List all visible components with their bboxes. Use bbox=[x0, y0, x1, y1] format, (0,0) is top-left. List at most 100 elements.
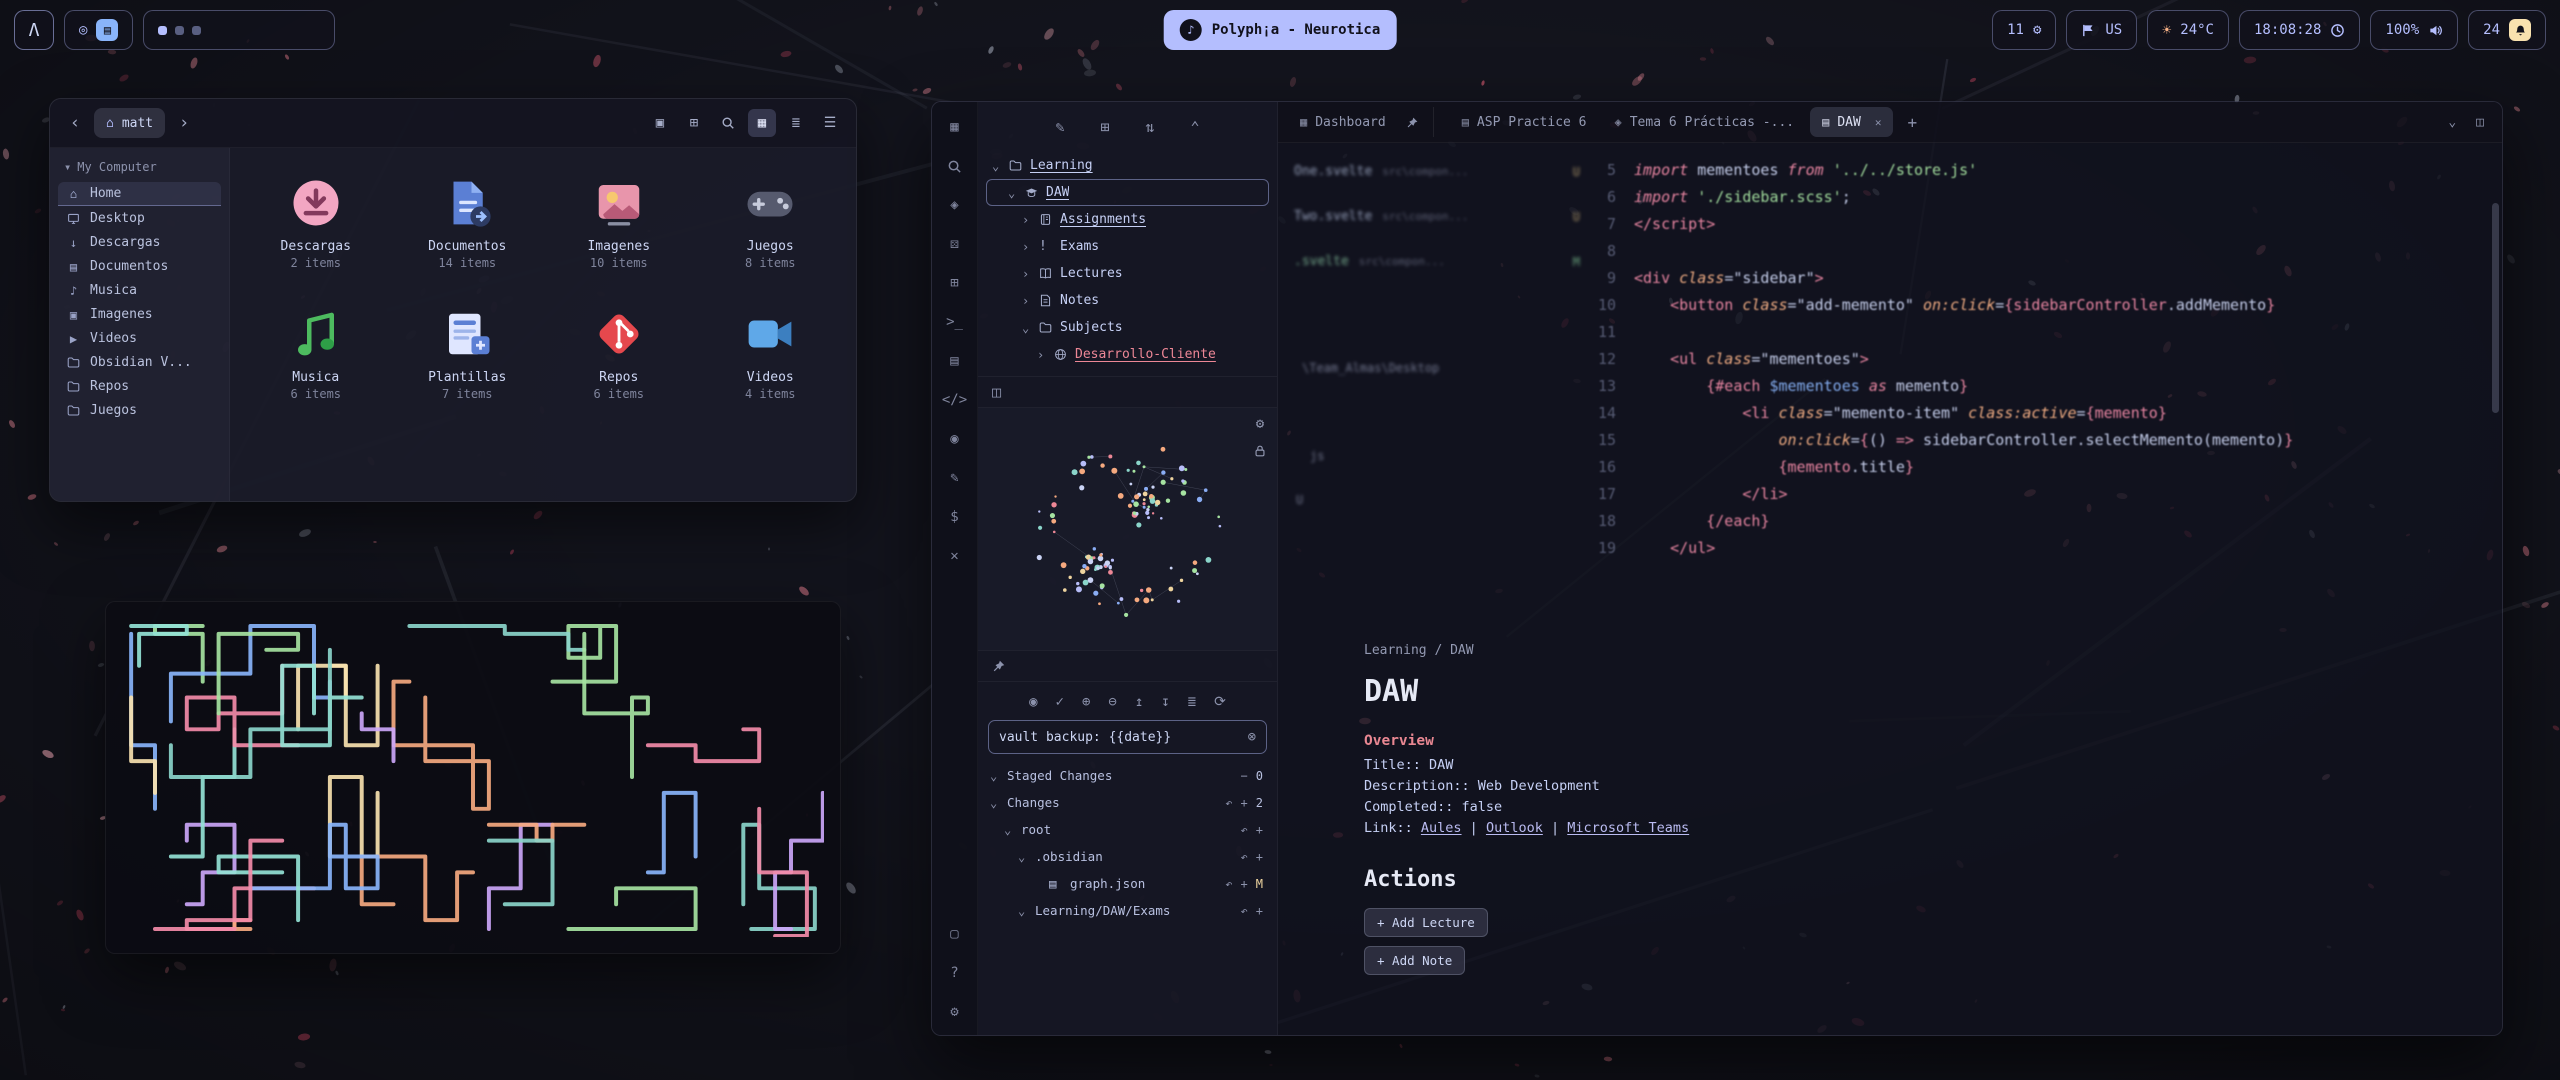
git-item-graph-json[interactable]: ▤graph.json↶+M bbox=[988, 870, 1267, 897]
ribbon-gear-icon[interactable]: ⚙ bbox=[944, 1001, 966, 1023]
tab-tema-6-pr-cticas[interactable]: ◈Tema 6 Prácticas -... bbox=[1603, 107, 1807, 137]
updates-module[interactable]: 11 ⚙ bbox=[1992, 10, 2056, 50]
commit-message-value[interactable]: vault backup: {{date}} bbox=[999, 730, 1171, 745]
undo-icon[interactable]: ↶ bbox=[1241, 850, 1248, 864]
git-pull-icon[interactable]: ↧ bbox=[1161, 694, 1169, 710]
git-check-icon[interactable]: ✓ bbox=[1056, 694, 1064, 710]
git-commit-icon[interactable]: ◉ bbox=[1029, 694, 1037, 710]
explorer-pencil-icon[interactable]: ✎ bbox=[1055, 118, 1064, 136]
commit-message-field[interactable]: vault backup: {{date}} ⊗ bbox=[988, 720, 1267, 754]
tree-item-assignments[interactable]: ›Assignments bbox=[986, 206, 1269, 233]
weather-module[interactable]: ☀ 24°C bbox=[2147, 10, 2229, 50]
git-item-obsidian[interactable]: ⌄.obsidian↶+ bbox=[988, 843, 1267, 870]
sidebar-item-repos[interactable]: Repos bbox=[58, 375, 221, 398]
sidebar-item-documentos[interactable]: ▤Documentos bbox=[58, 255, 221, 278]
undo-icon[interactable]: ↶ bbox=[1225, 796, 1232, 810]
tab-daw[interactable]: ▤DAW✕ bbox=[1810, 107, 1893, 137]
git-refresh-icon[interactable]: ⟳ bbox=[1214, 694, 1226, 710]
sidebar-item-videos[interactable]: ▶Videos bbox=[58, 327, 221, 350]
ribbon-camera-icon[interactable]: ◉ bbox=[944, 428, 966, 450]
git-stage-icon[interactable]: ⊕ bbox=[1082, 694, 1090, 710]
notifications-module[interactable]: 24 bbox=[2468, 10, 2546, 50]
folder-juegos[interactable]: Juegos8 items bbox=[695, 176, 847, 271]
minus-icon[interactable]: − bbox=[1241, 769, 1248, 783]
tab-dashboard[interactable]: ▦ Dashboard bbox=[1288, 107, 1398, 137]
sidebar-item-juegos[interactable]: Juegos bbox=[58, 399, 221, 422]
view-list-button[interactable]: ≣ bbox=[782, 109, 810, 137]
ribbon-code-icon[interactable]: </> bbox=[944, 389, 966, 411]
new-tab-button[interactable]: + bbox=[1897, 113, 1927, 132]
tree-item-subjects[interactable]: ⌄Subjects bbox=[986, 314, 1269, 341]
tree-item-daw[interactable]: ⌄DAW bbox=[986, 179, 1269, 206]
sidebar-item-imagenes[interactable]: ▣Imagenes bbox=[58, 303, 221, 326]
tab-asp-practice-6[interactable]: ▤ASP Practice 6 bbox=[1450, 107, 1599, 137]
git-unstage-icon[interactable]: ⊖ bbox=[1108, 694, 1116, 710]
view-grid-button[interactable]: ▦ bbox=[748, 109, 776, 137]
split-editor-icon[interactable]: ◫ bbox=[2468, 115, 2492, 130]
power-icon[interactable]: ◎ bbox=[79, 22, 87, 38]
plus-icon[interactable]: + bbox=[1256, 904, 1263, 918]
plus-icon[interactable]: + bbox=[1256, 850, 1263, 864]
tab-list-icon[interactable]: ⌄ bbox=[2440, 115, 2464, 130]
search-button[interactable] bbox=[714, 109, 742, 137]
sidebar-section-title[interactable]: ▾ My Computer bbox=[58, 158, 221, 182]
pin-icon[interactable] bbox=[1402, 116, 1423, 129]
ribbon-terminal-icon[interactable]: >_ bbox=[944, 311, 966, 333]
button-add-lecture[interactable]: + Add Lecture bbox=[1364, 908, 1488, 937]
tree-item-notes[interactable]: ›Notes bbox=[986, 287, 1269, 314]
scrollbar[interactable] bbox=[2492, 203, 2499, 413]
stacked-tabs-icon[interactable]: ◫ bbox=[992, 383, 1001, 401]
sidebar-item-obsidian-v[interactable]: Obsidian V... bbox=[58, 351, 221, 374]
workspaces-pill[interactable] bbox=[143, 10, 335, 50]
ribbon-pencil-icon[interactable]: ✎ bbox=[944, 467, 966, 489]
local-graph-pane[interactable]: ⚙ bbox=[978, 408, 1277, 650]
git-list-icon[interactable]: ≣ bbox=[1188, 694, 1196, 710]
graph-lock-icon[interactable] bbox=[1253, 444, 1267, 458]
bell-icon[interactable] bbox=[2509, 19, 2531, 41]
sidebar-item-desktop[interactable]: Desktop bbox=[58, 207, 221, 230]
breadcrumb[interactable]: ⌂ matt bbox=[94, 108, 165, 138]
launcher-button[interactable]: Λ bbox=[14, 10, 54, 50]
link-aules[interactable]: Aules bbox=[1421, 820, 1462, 836]
tree-item-desarrollo-cliente[interactable]: ›Desarrollo-Cliente bbox=[986, 341, 1269, 368]
menu-button[interactable]: ☰ bbox=[816, 109, 844, 137]
plus-icon[interactable]: + bbox=[1241, 877, 1248, 891]
new-tab-button[interactable]: ▣ bbox=[646, 109, 674, 137]
back-button[interactable]: ‹ bbox=[62, 110, 88, 136]
ribbon-box-icon[interactable]: ▢ bbox=[944, 923, 966, 945]
git-item-staged-changes[interactable]: ⌄Staged Changes−0 bbox=[988, 762, 1267, 789]
ribbon-bookmark-icon[interactable]: ◈ bbox=[944, 194, 966, 216]
volume-module[interactable]: 100% bbox=[2370, 10, 2458, 50]
clear-icon[interactable]: ⊗ bbox=[1248, 729, 1256, 745]
ribbon-doc-icon[interactable]: ▤ bbox=[944, 350, 966, 372]
git-push-icon[interactable]: ↥ bbox=[1135, 694, 1143, 710]
sidebar-item-home[interactable]: ⌂Home bbox=[58, 182, 221, 206]
keyboard-layout-module[interactable]: US bbox=[2066, 10, 2137, 50]
git-item-root[interactable]: ⌄root↶+ bbox=[988, 816, 1267, 843]
quick-settings-pill[interactable]: ◎ ▤ bbox=[64, 10, 133, 50]
undo-icon[interactable]: ↶ bbox=[1241, 904, 1248, 918]
close-tab-icon[interactable]: ✕ bbox=[1875, 116, 1882, 129]
apps-icon[interactable]: ▤ bbox=[96, 19, 118, 41]
undo-icon[interactable]: ↶ bbox=[1241, 823, 1248, 837]
plus-icon[interactable]: + bbox=[1241, 796, 1248, 810]
ribbon-help-icon[interactable]: ? bbox=[944, 962, 966, 984]
folder-musica[interactable]: Musica6 items bbox=[240, 307, 392, 402]
undo-icon[interactable]: ↶ bbox=[1225, 877, 1232, 891]
ribbon-dollar-icon[interactable]: $ bbox=[944, 506, 966, 528]
folder-descargas[interactable]: Descargas2 items bbox=[240, 176, 392, 271]
sidebar-item-musica[interactable]: ♪Musica bbox=[58, 279, 221, 302]
clock-module[interactable]: 18:08:28 bbox=[2239, 10, 2360, 50]
tree-item-lectures[interactable]: ›Lectures bbox=[986, 260, 1269, 287]
workspace-indicator[interactable] bbox=[158, 26, 167, 35]
folder-imagenes[interactable]: Imagenes10 items bbox=[543, 176, 695, 271]
new-folder-button[interactable]: ⊞ bbox=[680, 109, 708, 137]
tree-item-learning[interactable]: ⌄Learning bbox=[986, 152, 1269, 179]
ribbon-close-icon[interactable]: ✕ bbox=[944, 545, 966, 567]
workspace-indicator[interactable] bbox=[192, 26, 201, 35]
explorer-sort-icon[interactable]: ⇅ bbox=[1146, 118, 1155, 136]
explorer-folder-plus-icon[interactable]: ⊞ bbox=[1100, 118, 1109, 136]
ribbon-die-icon[interactable]: ⚄ bbox=[944, 233, 966, 255]
editor-area[interactable]: One.sveltesrc\compon...UTwo.sveltesrc\co… bbox=[1278, 143, 2502, 1035]
ribbon-search-icon[interactable] bbox=[944, 155, 966, 177]
